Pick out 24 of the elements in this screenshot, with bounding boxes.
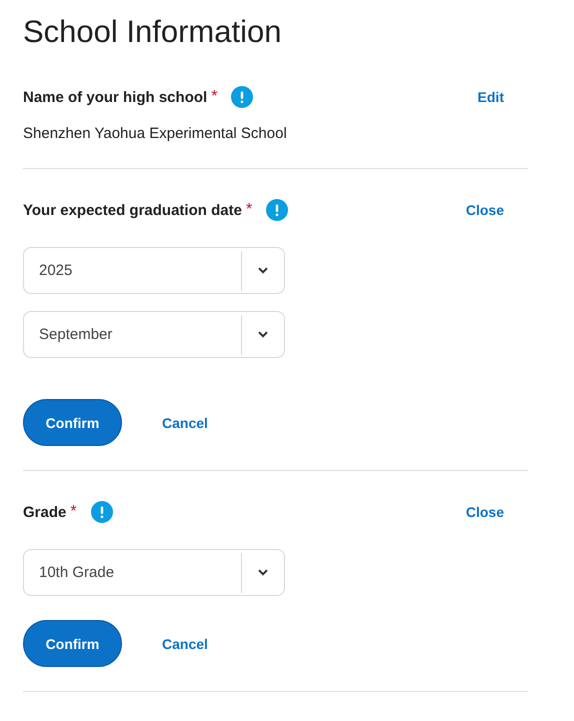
info-icon[interactable] [231, 86, 254, 108]
dropdown-field[interactable]: 2025 [23, 247, 285, 294]
cancel-link[interactable]: Cancel [162, 414, 208, 430]
required-mark: * [211, 88, 218, 106]
required-mark: * [70, 503, 77, 521]
dropdown-field[interactable]: September [23, 311, 285, 358]
chevron-down-icon [258, 331, 268, 338]
info-icon[interactable] [90, 501, 113, 523]
action-link[interactable]: Edit [478, 89, 504, 105]
required-mark: * [246, 201, 252, 219]
field-label: Your expected graduation date [23, 202, 242, 218]
info-icon[interactable] [266, 199, 288, 221]
page-title: School Information [23, 13, 282, 51]
chevron-down-icon [258, 569, 268, 576]
confirm-button[interactable]: Confirm [23, 399, 122, 446]
confirm-button[interactable]: Confirm [23, 620, 122, 667]
action-link[interactable]: Close [466, 202, 504, 218]
action-link[interactable]: Close [466, 504, 504, 520]
cancel-link[interactable]: Cancel [162, 636, 208, 652]
dropdown-field[interactable]: 10th Grade [23, 549, 285, 596]
field-value: Shenzhen Yaohua Experimental School [23, 125, 288, 142]
chevron-down-icon [258, 267, 268, 274]
field-label: Grade [23, 504, 66, 520]
field-label: Name of your high school [23, 88, 208, 106]
